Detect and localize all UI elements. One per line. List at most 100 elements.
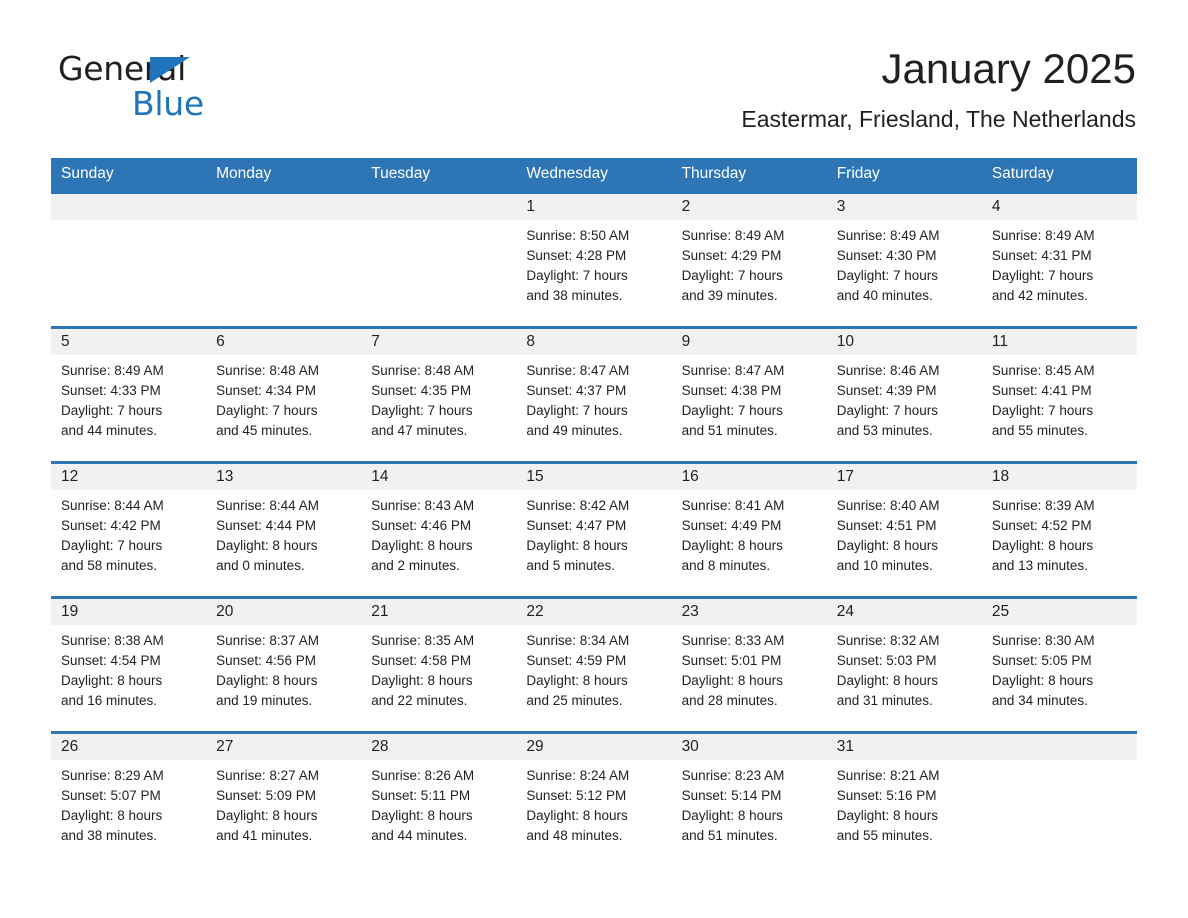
sunrise-text: Sunrise: 8:27 AM (216, 768, 319, 783)
calendar-day-cell[interactable]: 3 Sunrise: 8:49 AM Sunset: 4:30 PM Daylight… (826, 191, 982, 328)
calendar-day-cell[interactable]: 20 Sunrise: 8:37 AM Sunset: 4:56 PM Dayligh… (206, 596, 362, 733)
calendar-day-cell[interactable]: 29 Sunrise: 8:24 AM Sunset: 5:12 PM Dayligh… (516, 731, 672, 866)
daylight-text-line1: Daylight: 8 hours (681, 673, 783, 688)
sunset-text: Sunset: 5:07 PM (61, 788, 161, 803)
generalblue-logo[interactable]: General Blue (58, 52, 318, 120)
calendar-day-cell[interactable]: 5 Sunrise: 8:49 AM Sunset: 4:33 PM Daylight… (51, 326, 207, 463)
calendar-day-cell[interactable]: 13 Sunrise: 8:44 AM Sunset: 4:44 PM Dayligh… (206, 461, 362, 598)
day-number-band: 4 (981, 194, 1137, 220)
sunset-text: Sunset: 5:12 PM (526, 788, 627, 803)
day-details: Sunrise: 8:49 AM Sunset: 4:31 PM Daylight:… (982, 220, 1137, 306)
brand-name-blue: Blue (132, 84, 204, 123)
weekday-header-saturday: Saturday (981, 158, 1137, 193)
calendar-day-cell[interactable]: 8 Sunrise: 8:47 AM Sunset: 4:37 PM Daylight… (516, 326, 672, 463)
daylight-text-line1: Daylight: 8 hours (836, 538, 939, 553)
day-details: Sunrise: 8:42 AM Sunset: 4:47 PM Daylight:… (516, 490, 671, 576)
daylight-text-line2: and 25 minutes. (526, 693, 623, 708)
calendar-day-cell[interactable]: 22 Sunrise: 8:34 AM Sunset: 4:59 PM Dayligh… (516, 596, 672, 733)
day-number-band: 22 (516, 599, 672, 625)
sunrise-text: Sunrise: 8:30 AM (991, 633, 1095, 648)
daylight-text-line2: and 28 minutes. (681, 693, 778, 708)
day-details: Sunrise: 8:37 AM Sunset: 4:56 PM Daylight:… (206, 625, 361, 711)
calendar-day-cell[interactable]: 17 Sunrise: 8:40 AM Sunset: 4:51 PM Dayligh… (826, 461, 982, 598)
calendar-day-cell[interactable]: 28 Sunrise: 8:26 AM Sunset: 5:11 PM Dayligh… (361, 731, 517, 866)
sunrise-text: Sunrise: 8:21 AM (836, 768, 940, 783)
day-number: 7 (371, 333, 380, 350)
daylight-text-line2: and 2 minutes. (371, 558, 460, 573)
sunset-text: Sunset: 5:14 PM (681, 788, 782, 803)
calendar-day-cell[interactable]: 14 Sunrise: 8:43 AM Sunset: 4:46 PM Dayligh… (361, 461, 517, 598)
daylight-text-line2: and 31 minutes. (836, 693, 933, 708)
daylight-text-line1: Daylight: 8 hours (371, 673, 473, 688)
calendar-day-cell[interactable]: 24 Sunrise: 8:32 AM Sunset: 5:03 PM Dayligh… (826, 596, 982, 733)
day-number-band: 11 (981, 329, 1137, 355)
daylight-text-line1: Daylight: 8 hours (61, 808, 163, 823)
day-number-band: 31 (826, 734, 982, 760)
calendar-week-row: 5 Sunrise: 8:49 AM Sunset: 4:33 PM Daylight… (51, 326, 1137, 463)
sunset-text: Sunset: 4:38 PM (681, 383, 782, 398)
daylight-text-line1: Daylight: 8 hours (61, 673, 163, 688)
daylight-text-line1: Daylight: 8 hours (216, 808, 318, 823)
sunset-text: Sunset: 4:54 PM (61, 653, 161, 668)
calendar-day-cell[interactable]: 21 Sunrise: 8:35 AM Sunset: 4:58 PM Dayligh… (361, 596, 517, 733)
day-details: Sunrise: 8:47 AM Sunset: 4:37 PM Daylight:… (516, 355, 671, 441)
calendar-day-cell[interactable]: 31 Sunrise: 8:21 AM Sunset: 5:16 PM Dayligh… (826, 731, 982, 866)
day-number-band: 2 (671, 194, 827, 220)
sunset-text: Sunset: 4:51 PM (836, 518, 937, 533)
calendar-day-cell[interactable]: 6 Sunrise: 8:48 AM Sunset: 4:34 PM Daylight… (206, 326, 362, 463)
sunset-text: Sunset: 5:03 PM (836, 653, 937, 668)
daylight-text-line2: and 53 minutes. (836, 423, 933, 438)
day-number-band: 25 (981, 599, 1137, 625)
sunrise-text: Sunrise: 8:49 AM (681, 228, 785, 243)
day-details: Sunrise: 8:50 AM Sunset: 4:28 PM Daylight:… (516, 220, 671, 306)
day-number-band: 13 (206, 464, 362, 490)
calendar-day-cell[interactable]: 2 Sunrise: 8:49 AM Sunset: 4:29 PM Daylight… (671, 191, 827, 328)
day-number-band: 30 (671, 734, 827, 760)
calendar-day-cell[interactable]: 12 Sunrise: 8:44 AM Sunset: 4:42 PM Dayligh… (51, 461, 207, 598)
day-number-band: 20 (206, 599, 362, 625)
sunrise-text: Sunrise: 8:24 AM (526, 768, 630, 783)
day-details: Sunrise: 8:46 AM Sunset: 4:39 PM Daylight:… (827, 355, 982, 441)
calendar-day-cell[interactable]: 11 Sunrise: 8:45 AM Sunset: 4:41 PM Dayligh… (981, 326, 1137, 463)
calendar-day-cell[interactable]: 16 Sunrise: 8:41 AM Sunset: 4:49 PM Dayligh… (671, 461, 827, 598)
day-details: Sunrise: 8:40 AM Sunset: 4:51 PM Daylight:… (827, 490, 982, 576)
sunrise-text: Sunrise: 8:45 AM (991, 363, 1095, 378)
daylight-text-line1: Daylight: 8 hours (681, 808, 783, 823)
calendar-day-cell[interactable]: 23 Sunrise: 8:33 AM Sunset: 5:01 PM Dayligh… (671, 596, 827, 733)
page-title: January 2025 (881, 45, 1136, 92)
sunrise-text: Sunrise: 8:26 AM (371, 768, 475, 783)
calendar-day-cell[interactable]: 1 Sunrise: 8:50 AM Sunset: 4:28 PM Daylight… (516, 191, 672, 328)
sunset-text: Sunset: 5:05 PM (991, 653, 1092, 668)
day-number: 14 (371, 468, 389, 485)
calendar-day-cell[interactable]: 27 Sunrise: 8:27 AM Sunset: 5:09 PM Dayligh… (206, 731, 362, 866)
daylight-text-line2: and 47 minutes. (371, 423, 468, 438)
calendar-day-cell[interactable]: 10 Sunrise: 8:46 AM Sunset: 4:39 PM Dayligh… (826, 326, 982, 463)
daylight-text-line1: Daylight: 7 hours (61, 538, 163, 553)
calendar-day-cell[interactable]: 26 Sunrise: 8:29 AM Sunset: 5:07 PM Dayligh… (51, 731, 207, 866)
calendar-day-cell[interactable]: 25 Sunrise: 8:30 AM Sunset: 5:05 PM Dayligh… (981, 596, 1137, 733)
sunrise-text: Sunrise: 8:35 AM (371, 633, 475, 648)
daylight-text-line2: and 5 minutes. (526, 558, 615, 573)
day-number: 18 (991, 468, 1010, 485)
day-number-band: 18 (981, 464, 1137, 490)
sunrise-text: Sunrise: 8:40 AM (836, 498, 940, 513)
sunset-text: Sunset: 4:52 PM (991, 518, 1092, 533)
calendar-day-cell[interactable]: 30 Sunrise: 8:23 AM Sunset: 5:14 PM Dayligh… (671, 731, 827, 866)
calendar-day-cell[interactable]: 18 Sunrise: 8:39 AM Sunset: 4:52 PM Dayligh… (981, 461, 1137, 598)
day-number-band: 16 (671, 464, 827, 490)
day-number-band: 24 (826, 599, 982, 625)
calendar-day-cell[interactable]: 7 Sunrise: 8:48 AM Sunset: 4:35 PM Daylight… (361, 326, 517, 463)
daylight-text-line1: Daylight: 7 hours (991, 268, 1094, 283)
calendar-day-cell[interactable]: 9 Sunrise: 8:47 AM Sunset: 4:38 PM Daylight… (671, 326, 827, 463)
calendar-day-cell[interactable]: 4 Sunrise: 8:49 AM Sunset: 4:31 PM Daylight… (981, 191, 1137, 328)
sunset-text: Sunset: 5:11 PM (371, 788, 471, 803)
calendar-day-cell[interactable]: 19 Sunrise: 8:38 AM Sunset: 4:54 PM Dayligh… (51, 596, 207, 733)
daylight-text-line2: and 13 minutes. (991, 558, 1088, 573)
day-details: Sunrise: 8:48 AM Sunset: 4:34 PM Daylight:… (206, 355, 361, 441)
calendar-day-cell[interactable]: 15 Sunrise: 8:42 AM Sunset: 4:47 PM Dayligh… (516, 461, 672, 598)
title-block: January 2025 Eastermar, Friesland, The N… (741, 48, 1136, 133)
daylight-text-line1: Daylight: 8 hours (216, 673, 318, 688)
day-number: 8 (526, 333, 536, 350)
sunrise-text: Sunrise: 8:39 AM (991, 498, 1095, 513)
day-number: 31 (836, 738, 854, 755)
